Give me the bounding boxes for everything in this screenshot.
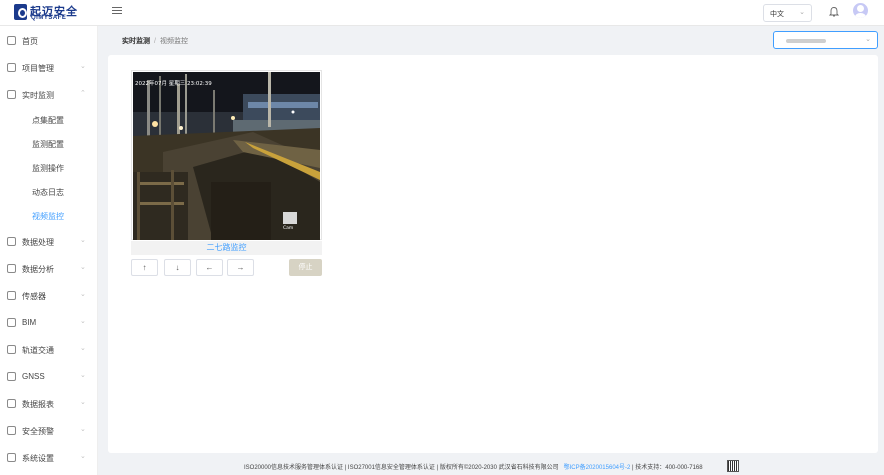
pan-up-button[interactable]: ↑ [131,259,158,276]
report-icon [7,399,16,408]
logo[interactable]: 起迈安全 QIMYSAFE [14,2,96,24]
home-icon [7,36,16,45]
sidebar-item-realtime-monitoring[interactable]: 实时监测 ⌃ [0,85,98,105]
sidebar-subitem-monitor-operation[interactable]: 监测操作 [0,158,98,178]
footer-icp-link[interactable]: 鄂ICP备2020015604号-2 [564,465,631,471]
sidebar-item-label: 首页 [22,37,38,46]
construction-site-scene: 2022年07月 星期三 23:02:39 Cam [133,72,320,240]
logo-mark-icon [14,4,27,20]
alert-icon [7,426,16,435]
pan-left-button[interactable]: ← [196,259,223,276]
sidebar-subitem-dynamic-log[interactable]: 动态日志 [0,182,98,202]
sidebar-subitem-point-config[interactable]: 点集配置 [0,110,98,130]
chevron-down-icon: ⌄ [80,63,86,70]
chevron-up-icon: ⌃ [80,90,86,97]
video-timestamp: 2022年07月 星期三 23:02:39 [135,79,212,87]
sidebar-subitem-label: 监测操作 [32,164,64,173]
sidebar-item-label: 数据报表 [22,400,54,409]
sidebar-item-label: 安全预警 [22,427,54,436]
sidebar-item-rail-transit[interactable]: 轨道交通 ⌄ [0,340,98,360]
footer: ISO20000信息技术服务管理体系认证 | ISO27001信息安全管理体系认… [244,462,703,471]
project-select-value [786,39,826,43]
sidebar: 首页 项目管理 ⌄ 实时监测 ⌃ 点集配置 监测配置 监测操作 动态日志 视频监… [0,26,98,475]
video-stream[interactable]: 2022年07月 星期三 23:02:39 Cam [133,72,320,240]
chevron-down-icon: ⌄ [80,372,86,379]
sidebar-item-gnss[interactable]: GNSS ⌄ [0,367,98,387]
chevron-down-icon: ⌄ [80,291,86,298]
sensor-icon [7,291,16,300]
sidebar-item-data-processing[interactable]: 数据处理 ⌄ [0,232,98,252]
project-select[interactable]: ⌄ [773,31,878,49]
chevron-down-icon: ⌄ [80,399,86,406]
sidebar-item-safety-alert[interactable]: 安全预警 ⌄ [0,421,98,441]
sidebar-subitem-label: 动态日志 [32,188,64,197]
chart-icon [7,345,16,354]
video-caption[interactable]: 二七路监控 [131,241,322,255]
breadcrumb-parent[interactable]: 实时监测 [122,38,150,45]
menu-toggle-icon[interactable] [112,7,122,17]
sidebar-item-label: 数据处理 [22,238,54,247]
sidebar-item-data-analysis[interactable]: 数据分析 ⌄ [0,259,98,279]
sidebar-item-label: GNSS [22,372,45,381]
video-cam-label: Cam [283,225,293,231]
top-bar: 起迈安全 QIMYSAFE 中文 ⌄ [0,0,884,26]
footer-support: | 技术支持：400-000-7168 [632,465,703,471]
chevron-down-icon: ⌄ [80,426,86,433]
breadcrumb-separator: / [154,38,156,45]
chevron-down-icon: ⌄ [865,36,871,43]
sidebar-item-label: 数据分析 [22,265,54,274]
video-card: 2022年07月 星期三 23:02:39 Cam [131,70,322,240]
logo-name-en: QIMYSAFE [31,15,67,21]
language-value: 中文 [770,11,784,18]
footer-certs: ISO20000信息技术服务管理体系认证 | ISO27001信息安全管理体系认… [244,465,559,471]
sidebar-subitem-label: 视频监控 [32,212,64,221]
gear-icon [7,237,16,246]
sidebar-item-label: 项目管理 [22,64,54,73]
pan-right-button[interactable]: → [227,259,254,276]
sidebar-subitem-video-monitoring[interactable]: 视频监控 [0,206,98,226]
sidebar-subitem-monitor-config[interactable]: 监测配置 [0,134,98,154]
bell-icon[interactable] [828,6,840,17]
sidebar-item-system-settings[interactable]: 系统设置 ⌄ [0,448,98,468]
sidebar-item-home[interactable]: 首页 [0,31,98,51]
sidebar-item-label: 实时监测 [22,91,54,100]
sidebar-item-project-management[interactable]: 项目管理 ⌄ [0,58,98,78]
sidebar-item-label: 传感器 [22,292,46,301]
monitor-icon [7,90,16,99]
chevron-down-icon: ⌄ [799,9,805,16]
sidebar-subitem-label: 点集配置 [32,116,64,125]
sidebar-item-bim[interactable]: BIM ⌄ [0,313,98,333]
gnss-icon [7,372,16,381]
chevron-down-icon: ⌄ [80,345,86,352]
video-caption-label: 二七路监控 [206,243,247,252]
analysis-icon [7,264,16,273]
settings-icon [7,453,16,462]
chevron-down-icon: ⌄ [80,264,86,271]
stop-button[interactable]: 停止 [289,259,322,276]
avatar[interactable] [853,3,868,18]
folder-icon [7,63,16,72]
language-select[interactable]: 中文 ⌄ [763,4,812,22]
chevron-down-icon: ⌄ [80,318,86,325]
sidebar-item-sensors[interactable]: 传感器 ⌄ [0,286,98,306]
bim-icon [7,318,16,327]
breadcrumb-current: 视频监控 [159,38,188,45]
sidebar-subitem-label: 监测配置 [32,140,64,149]
sidebar-item-label: 系统设置 [22,454,54,463]
sidebar-item-data-report[interactable]: 数据报表 ⌄ [0,394,98,414]
pan-down-button[interactable]: ↓ [164,259,191,276]
sidebar-item-label: BIM [22,318,37,327]
main-panel: 2022年07月 星期三 23:02:39 Cam 二七路监控 ↑ ↓ ← → … [108,55,878,453]
qr-code-icon[interactable] [727,460,739,472]
chevron-down-icon: ⌄ [80,453,86,460]
sidebar-item-label: 轨道交通 [22,346,54,355]
chevron-down-icon: ⌄ [80,237,86,244]
breadcrumb: 实时监测 / 视频监控 [122,36,188,46]
